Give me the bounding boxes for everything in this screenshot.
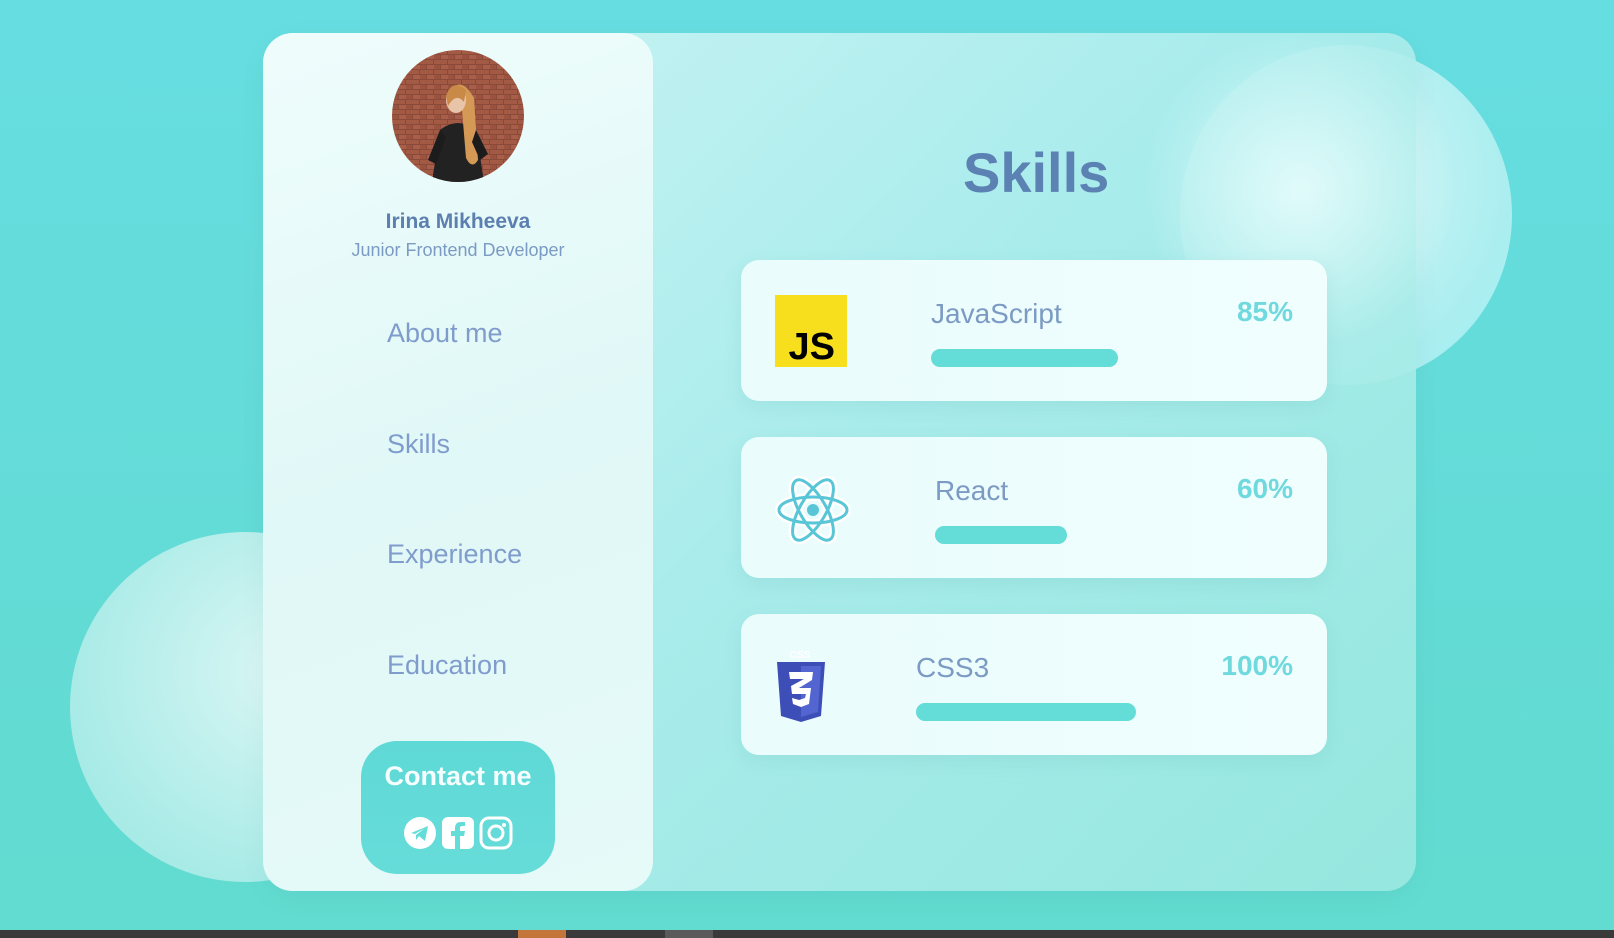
- skill-name: React: [935, 475, 1009, 506]
- taskbar-app-2[interactable]: [665, 930, 713, 938]
- nav-item-skills[interactable]: Skills: [387, 429, 450, 460]
- skill-card-react: React 60%: [741, 437, 1327, 578]
- skill-name: JavaScript: [931, 298, 1062, 329]
- contact-card: Contact me: [361, 741, 555, 874]
- facebook-icon[interactable]: [441, 816, 475, 850]
- instagram-icon[interactable]: [479, 816, 513, 850]
- skill-progress-bar: [935, 526, 1067, 544]
- react-icon: [775, 472, 851, 545]
- page-title: Skills: [963, 141, 1110, 204]
- skill-card-javascript: JS JavaScript 85%: [741, 260, 1327, 401]
- css3-icon: CSS: [775, 648, 847, 722]
- profile-name: Irina Mikheeva: [385, 210, 531, 233]
- nav-item-experience[interactable]: Experience: [387, 539, 522, 570]
- profile-role: Junior Frontend Developer: [351, 240, 565, 260]
- skill-progress-bar: [931, 349, 1118, 367]
- profile-photo: [392, 50, 524, 182]
- skill-card-css3: CSS CSS3 100%: [741, 614, 1327, 755]
- contact-title: Contact me: [384, 761, 532, 791]
- skill-progress-bar: [916, 703, 1136, 721]
- skill-percent: 85%: [1236, 296, 1293, 327]
- telegram-icon[interactable]: [403, 816, 437, 850]
- skill-percent: 60%: [1236, 473, 1293, 504]
- taskbar: [0, 930, 1614, 938]
- javascript-icon: JS: [775, 295, 847, 368]
- javascript-icon-text: JS: [789, 326, 835, 367]
- nav-item-education[interactable]: Education: [387, 650, 507, 681]
- nav-item-about-me[interactable]: About me: [387, 318, 503, 349]
- social-links: [403, 816, 513, 850]
- taskbar-app-1[interactable]: [518, 930, 566, 938]
- skill-percent: 100%: [1221, 650, 1293, 681]
- avatar: [392, 50, 524, 182]
- css3-icon-text: CSS: [790, 650, 811, 661]
- skill-name: CSS3: [916, 652, 990, 683]
